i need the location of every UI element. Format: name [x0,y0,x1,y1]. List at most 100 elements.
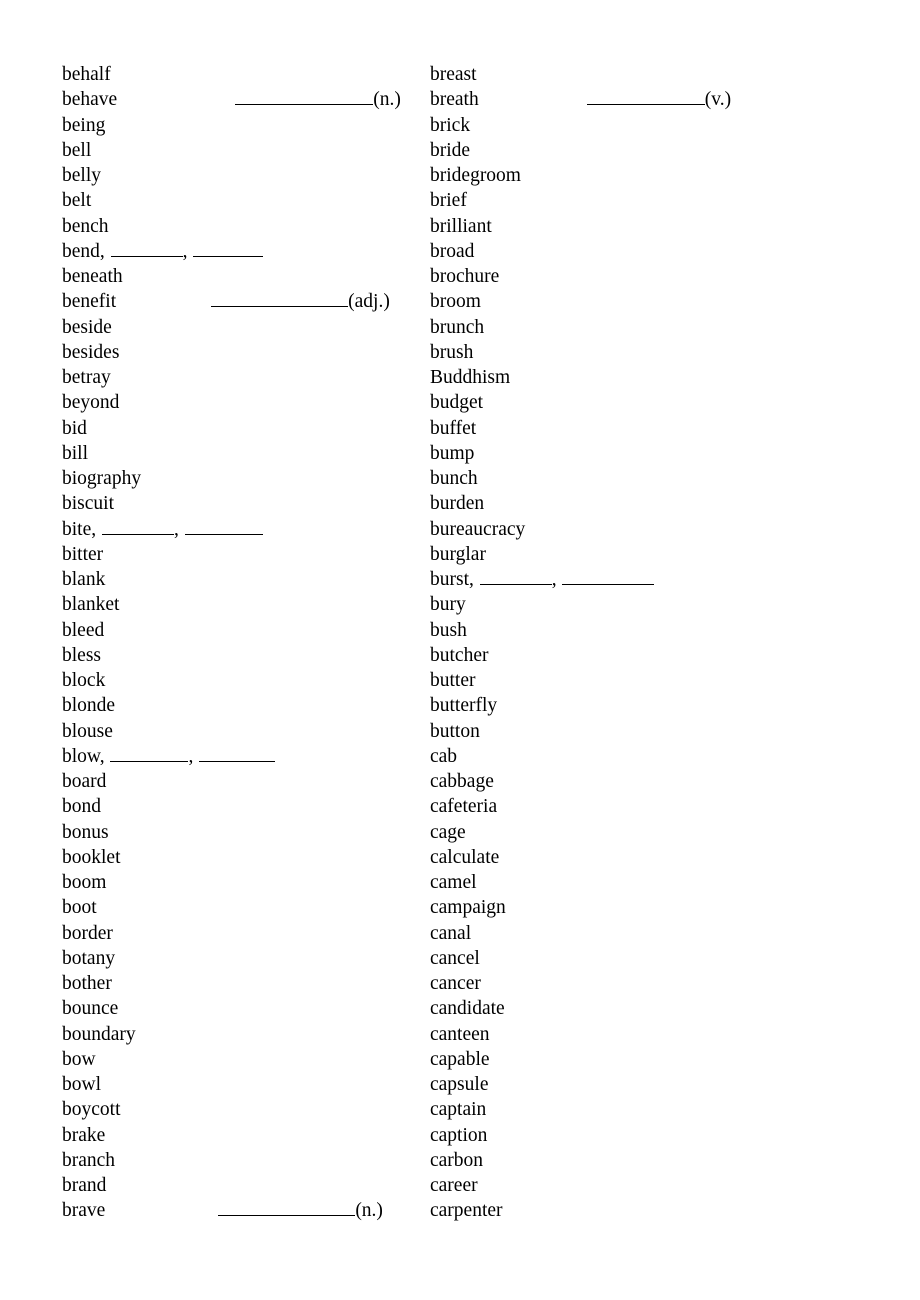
vocabulary-word: captain [430,1099,487,1121]
worksheet-page: behalf behave (n.) being bell belly belt bench b… [0,0,920,1300]
part-of-speech-marker: (v.) [704,89,732,111]
fill-in-blank[interactable] [218,1199,356,1217]
vocabulary-word: bride [430,139,471,161]
fill-in-blank[interactable] [235,88,374,106]
vocabulary-word: broom [430,291,481,313]
vocabulary-word: canal [430,922,472,944]
word-entry: carbon [430,1148,858,1173]
vocabulary-word: bitter [62,543,104,565]
blank-separator: , [173,518,179,540]
word-entry: behalf [62,62,415,87]
vocabulary-word: butterfly [430,695,498,717]
vocabulary-word: button [430,720,480,742]
vocabulary-word: capsule [430,1074,489,1095]
word-entry: calculate [430,845,858,870]
fill-in-blank[interactable] [211,290,349,308]
vocabulary-word: caption [430,1124,488,1146]
vocabulary-word: butter [430,670,476,691]
word-entry: canal [430,921,858,946]
vocabulary-word: brave [62,1200,106,1222]
fill-in-blank[interactable] [110,240,183,257]
vocabulary-word: blow, [62,745,105,767]
word-entry: bid [62,416,415,441]
word-entry: bureaucracy [430,517,858,542]
vocabulary-word: branch [62,1149,116,1171]
vocabulary-word: bell [62,139,92,161]
word-entry: being [62,113,415,138]
word-entry: cage [430,820,858,845]
vocabulary-word: burglar [430,543,486,565]
word-entry: bow [62,1047,415,1072]
vocabulary-word: bush [430,619,467,641]
word-entry: bond [62,794,415,819]
vocabulary-word: block [62,670,106,691]
word-entry: bell [62,138,415,163]
word-entry: branch [62,1148,415,1173]
word-entry: burglar [430,542,858,567]
word-entry: capsule [430,1072,858,1097]
fill-in-blank[interactable] [193,240,264,257]
word-entry: bleed [62,618,415,643]
word-entry: bunch [430,466,858,491]
word-entry: burst,, [430,567,858,592]
vocabulary-word: bleed [62,619,105,641]
vocabulary-word: blank [62,569,106,590]
word-entry: beneath [62,264,415,289]
vocabulary-word: butcher [430,644,489,666]
vocabulary-word: behave [62,89,118,111]
vocabulary-word: bump [430,442,475,464]
vocabulary-word: booklet [62,846,121,868]
word-entry: block [62,668,415,693]
word-entry: belt [62,188,415,213]
word-entry: bowl [62,1072,415,1097]
vocabulary-word: bond [62,796,101,818]
vocabulary-word: cancel [430,947,480,969]
vocabulary-word: budget [430,392,484,414]
word-entry: bump [430,441,858,466]
word-entry: cancer [430,971,858,996]
word-entry: besides [62,340,415,365]
vocabulary-word: bother [62,973,112,994]
vocabulary-word: belt [62,190,92,212]
vocabulary-word: bounce [62,998,119,1020]
word-entry: brake [62,1123,415,1148]
part-of-speech-marker: (n.) [373,89,401,111]
word-entry: budget [430,390,858,415]
word-entry: broad [430,239,858,264]
vocabulary-word: belly [62,165,101,186]
word-entry: button [430,719,858,744]
fill-in-blank[interactable] [199,745,276,762]
fill-in-blank[interactable] [586,88,705,106]
word-entry: border [62,921,415,946]
vocabulary-word: campaign [430,897,506,919]
vocabulary-word: bonus [62,821,109,843]
word-entry: board [62,769,415,794]
word-entry: bridegroom [430,163,858,188]
vocabulary-word: beneath [62,266,123,287]
word-entry: bounce [62,996,415,1021]
fill-in-blank[interactable] [110,745,189,762]
vocabulary-word: brunch [430,316,485,338]
vocabulary-word: board [62,771,107,792]
vocabulary-word: brake [62,1124,106,1146]
word-entry: butterfly [430,693,858,718]
vocabulary-word: boot [62,897,97,919]
word-entry: brand [62,1173,415,1198]
vocabulary-word: bow [62,1048,96,1070]
word-entry: brick [430,113,858,138]
word-entry: cab [430,744,858,769]
fill-in-blank[interactable] [562,568,655,585]
word-entry: cancel [430,946,858,971]
word-entry: bush [430,618,858,643]
vocabulary-word: bench [62,215,109,237]
fill-in-blank[interactable] [101,518,174,535]
word-entry: butter [430,668,858,693]
word-entry: broom [430,289,858,314]
word-entry: boom [62,870,415,895]
fill-in-blank[interactable] [479,568,552,585]
word-entry: bite,, [62,517,415,542]
fill-in-blank[interactable] [184,518,263,535]
word-entry: campaign [430,895,858,920]
vocabulary-word: boundary [62,1023,136,1045]
word-entry: benefit (adj.) [62,289,415,314]
